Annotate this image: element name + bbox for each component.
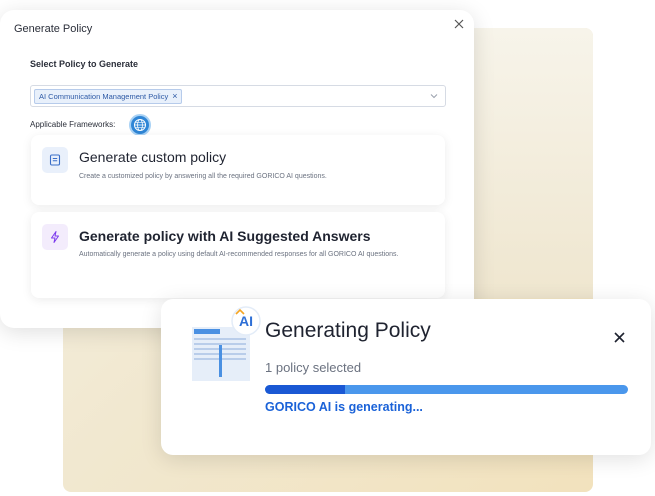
- dialog-close-button[interactable]: [451, 16, 467, 32]
- generate-ai-suggested-option[interactable]: Generate policy with AI Suggested Answer…: [31, 212, 445, 298]
- generating-policy-card: AI Generating Policy 1 policy selected G…: [161, 299, 651, 455]
- option-title: Generate custom policy: [79, 149, 227, 165]
- globe-icon: [134, 119, 146, 131]
- ai-badge-text: AI: [239, 313, 253, 329]
- progress-bar-fill: [265, 385, 345, 394]
- progress-close-button[interactable]: [611, 329, 627, 345]
- ai-document-illustration: AI: [192, 306, 261, 381]
- chip-remove-icon[interactable]: ×: [172, 92, 177, 101]
- policy-select[interactable]: AI Communication Management Policy ×: [30, 85, 446, 107]
- option-description: Create a customized policy by answering …: [79, 173, 327, 180]
- chevron-down-icon: [430, 94, 438, 99]
- option-title: Generate policy with AI Suggested Answer…: [79, 228, 371, 244]
- policies-selected-count: 1 policy selected: [265, 360, 362, 375]
- dialog-title: Generate Policy: [14, 23, 93, 35]
- generate-custom-policy-option[interactable]: Generate custom policy Create a customiz…: [31, 135, 445, 205]
- close-icon: [613, 331, 625, 343]
- globe-badge-icon[interactable]: [129, 114, 151, 136]
- option-description: Automatically generate a policy using de…: [79, 251, 399, 258]
- progress-title: Generating Policy: [265, 319, 431, 342]
- select-policy-label: Select Policy to Generate: [30, 59, 139, 69]
- selected-policy-text: AI Communication Management Policy: [39, 92, 169, 101]
- progress-bar: [265, 385, 628, 394]
- document-icon: [42, 147, 68, 173]
- close-icon: [454, 19, 464, 29]
- background-panel-top: [470, 28, 593, 298]
- selected-policy-chip: AI Communication Management Policy ×: [34, 89, 182, 104]
- progress-status: GORICO AI is generating...: [265, 400, 423, 414]
- frameworks-label: Applicable Frameworks:: [30, 120, 116, 129]
- lightning-icon: [42, 224, 68, 250]
